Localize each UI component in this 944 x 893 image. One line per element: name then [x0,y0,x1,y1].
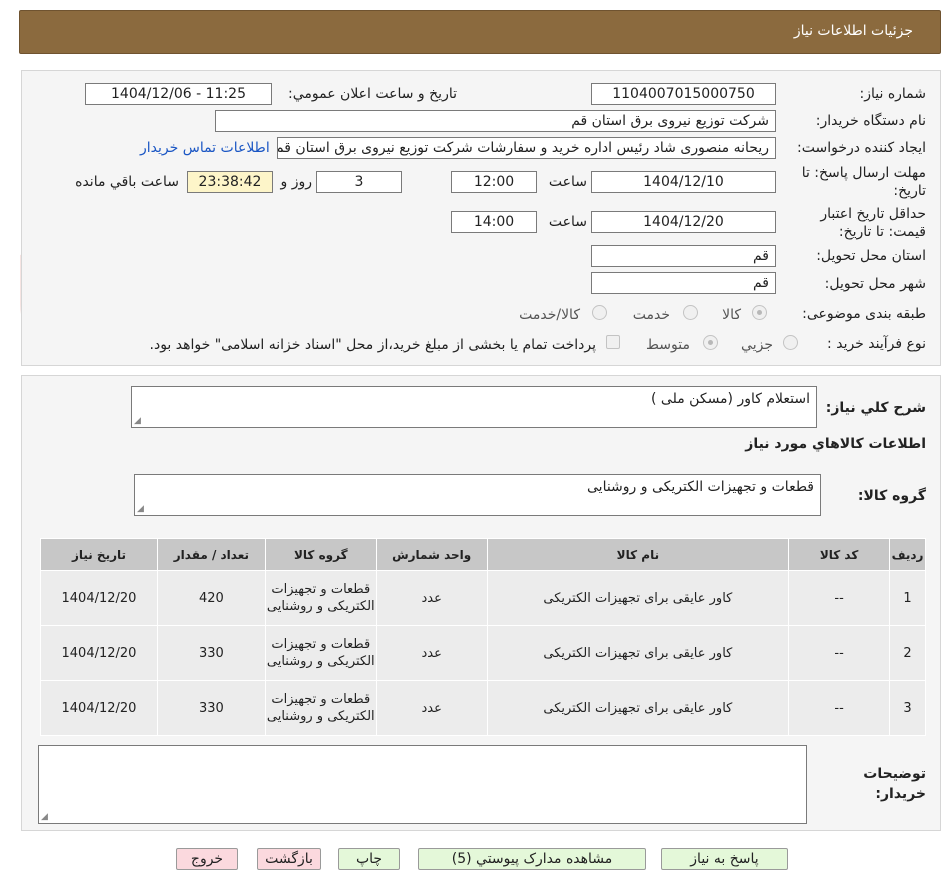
buyer-label: نام دستگاه خریدار: [815,113,926,129]
treasury-checkbox[interactable] [606,335,620,349]
page-title: جزئیات اطلاعات نیاز [793,23,913,39]
deadline-date-field: 1404/12/10 [591,171,776,193]
process-option-medium: متوسط [646,337,690,353]
days-label: روز و [280,174,313,190]
cell-qty: 330 [156,680,266,736]
resize-grip-icon[interactable]: ◢ [41,812,48,822]
cell-code: -- [788,680,891,736]
remaining-time-field: 23:38:42 [187,171,273,193]
deadline-label: مهلت ارسال پاسخ: تا [801,165,926,181]
cell-unit: عدد [375,680,488,736]
resize-grip-icon[interactable]: ◢ [137,504,144,514]
back-button[interactable]: بازگشت [257,848,321,870]
cell-group: قطعات و تجهیزات الکتریکی و روشنایی [264,570,377,626]
validity-time-label: ساعت [548,214,587,230]
page-header: جزئیات اطلاعات نیاز [19,10,941,54]
cell-name: کاور عایقی برای تجهیزات الکتریکی [486,625,790,681]
goods-group-label: گروه کالا: [857,488,926,504]
remaining-label: ساعت باقي مانده [75,174,179,190]
days-field: 3 [316,171,402,193]
exit-button[interactable]: خروج [176,848,238,870]
payment-note: پرداخت تمام یا بخشی از مبلغ خرید،از محل … [149,337,596,353]
announce-label: تاریخ و ساعت اعلان عمومي: [288,86,457,102]
cell-group: قطعات و تجهیزات الکتریکی و روشنایی [264,680,377,736]
buyer-contact-link[interactable]: اطلاعات تماس خریدار [140,140,270,156]
description-field: استعلام کاور (مسکن ملی ) ◢ [131,386,817,428]
cell-qty: 330 [156,625,266,681]
category-radio-goods[interactable] [752,305,767,320]
table-row: 1 -- کاور عایقی برای تجهیزات الکتریکی عد… [40,570,926,626]
creator-label: ایجاد کننده درخواست: [797,140,926,156]
col-code: کد کالا [788,538,891,571]
description-text: استعلام کاور (مسکن ملی ) [651,391,810,407]
buyer-notes-label: توضیحات [863,766,926,782]
print-button[interactable]: چاپ [338,848,400,870]
goods-info-title: اطلاعات کالاهاي مورد نياز [745,436,926,452]
cell-row: 1 [889,570,926,626]
validity-label-2: قیمت: تا تاریخ: [838,224,926,240]
col-name: نام کالا [486,538,790,571]
col-date: تاریخ نیاز [40,538,158,571]
cell-date: 1404/12/20 [40,625,158,681]
buyer-notes-field[interactable]: ◢ [38,745,807,824]
validity-time-field: 14:00 [451,211,537,233]
category-option-both: کالا/خدمت [519,307,580,323]
cell-code: -- [788,625,891,681]
attachments-button[interactable]: مشاهده مدارک پیوستي (5) [418,848,646,870]
col-qty: تعداد / مقدار [156,538,266,571]
table-row: 2 -- کاور عایقی برای تجهیزات الکتریکی عد… [40,625,926,681]
deadline-time-label: ساعت [548,174,587,190]
cell-date: 1404/12/20 [40,570,158,626]
resize-grip-icon[interactable]: ◢ [134,416,141,426]
announce-field: 1404/12/06 - 11:25 [85,83,272,105]
cell-group: قطعات و تجهیزات الکتریکی و روشنایی [264,625,377,681]
col-unit: واحد شمارش [375,538,488,571]
province-label: استان محل تحویل: [816,248,926,264]
category-radio-both[interactable] [592,305,607,320]
cell-code: -- [788,570,891,626]
cell-unit: عدد [375,625,488,681]
cell-date: 1404/12/20 [40,680,158,736]
need-number-label: شماره نیاز: [859,86,927,102]
description-label: شرح کلي نياز: [825,400,926,416]
deadline-label-2: تاریخ: [893,183,926,199]
cell-name: کاور عایقی برای تجهیزات الکتریکی [486,570,790,626]
cell-row: 3 [889,680,926,736]
reply-button[interactable]: پاسخ به نياز [661,848,788,870]
buyer-field: شرکت توزیع نیروی برق استان قم [215,110,776,132]
process-radio-medium[interactable] [703,335,718,350]
city-label: شهر محل تحویل: [824,276,926,292]
process-radio-small[interactable] [783,335,798,350]
cell-qty: 420 [156,570,266,626]
category-radio-service[interactable] [683,305,698,320]
province-field: قم [591,245,776,267]
goods-table: رديف کد کالا نام کالا واحد شمارش گروه کا… [40,538,926,736]
goods-group-text: قطعات و تجهیزات الکتریکی و روشنایی [587,479,814,495]
creator-field: ریحانه منصوری شاد رئیس اداره خرید و سفار… [277,137,776,159]
validity-date-field: 1404/12/20 [591,211,776,233]
process-label: نوع فرآیند خرید : [827,336,926,352]
category-option-service: خدمت [632,307,670,323]
buyer-notes-label-2: خریدار: [875,786,926,802]
goods-group-field: قطعات و تجهیزات الکتریکی و روشنایی ◢ [134,474,821,516]
city-field: قم [591,272,776,294]
col-row: رديف [889,538,926,571]
validity-label: حداقل تاریخ اعتبار [820,206,926,222]
col-group: گروه کالا [264,538,377,571]
cell-unit: عدد [375,570,488,626]
category-option-goods: کالا [722,307,741,323]
need-number-field: 1104007015000750 [591,83,776,105]
table-header-row: رديف کد کالا نام کالا واحد شمارش گروه کا… [40,538,926,571]
process-option-small: جزيي [741,337,773,353]
cell-row: 2 [889,625,926,681]
category-label: طبقه بندی موضوعی: [802,306,926,322]
table-row: 3 -- کاور عایقی برای تجهیزات الکتریکی عد… [40,680,926,736]
cell-name: کاور عایقی برای تجهیزات الکتریکی [486,680,790,736]
deadline-time-field: 12:00 [451,171,537,193]
